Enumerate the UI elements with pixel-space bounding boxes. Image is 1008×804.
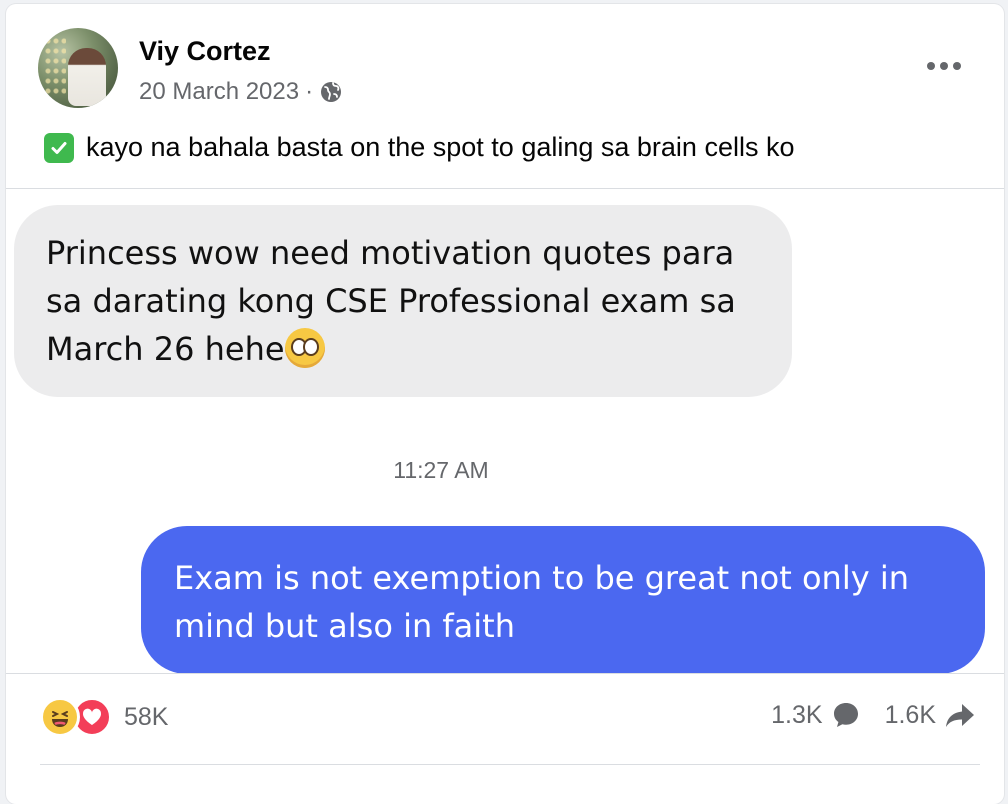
pleading-face-icon bbox=[284, 328, 325, 368]
shares-stat[interactable]: 1.6K bbox=[885, 700, 976, 730]
received-message-text: Princess wow need motivation quotes para… bbox=[46, 234, 736, 368]
post-caption: kayo na bahala basta on the spot to gali… bbox=[44, 132, 794, 163]
comment-icon bbox=[833, 703, 858, 727]
caption-text: kayo na bahala basta on the spot to gali… bbox=[86, 132, 795, 162]
comment-count: 1.3K bbox=[771, 700, 823, 729]
reaction-count: 58K bbox=[124, 702, 169, 731]
message-timestamp: 11:27 AM bbox=[393, 457, 489, 483]
comments-stat[interactable]: 1.3K bbox=[771, 700, 860, 730]
author-name[interactable]: Viy Cortez bbox=[139, 36, 271, 67]
post-meta: 20 March 2023 · bbox=[139, 78, 343, 106]
sent-message-bubble: Exam is not exemption to be great not on… bbox=[141, 526, 985, 673]
actions-divider bbox=[40, 764, 980, 765]
more-options-button[interactable] bbox=[924, 54, 964, 78]
haha-reaction-icon bbox=[40, 697, 80, 737]
avatar-background bbox=[44, 36, 66, 96]
post-card: Viy Cortez 20 March 2023 · kayo na bahal… bbox=[6, 4, 1004, 804]
reactions-summary[interactable]: 58K bbox=[40, 697, 168, 737]
chat-screenshot[interactable]: Princess wow need motivation quotes para… bbox=[6, 189, 1004, 673]
share-count: 1.6K bbox=[884, 700, 936, 729]
avatar-figure bbox=[68, 48, 106, 106]
engagement-stats: 1.3K 1.6K bbox=[771, 700, 976, 730]
share-icon bbox=[946, 704, 974, 727]
received-message-bubble: Princess wow need motivation quotes para… bbox=[14, 205, 792, 397]
meta-separator: · bbox=[305, 78, 314, 105]
footer-divider bbox=[6, 673, 1004, 674]
author-avatar[interactable] bbox=[38, 28, 118, 108]
check-mark-icon bbox=[44, 132, 74, 163]
sent-message-text: Exam is not exemption to be great not on… bbox=[174, 559, 909, 645]
post-date[interactable]: 20 March 2023 bbox=[139, 78, 299, 106]
more-dots-icon bbox=[927, 62, 961, 70]
globe-icon[interactable] bbox=[319, 80, 343, 104]
